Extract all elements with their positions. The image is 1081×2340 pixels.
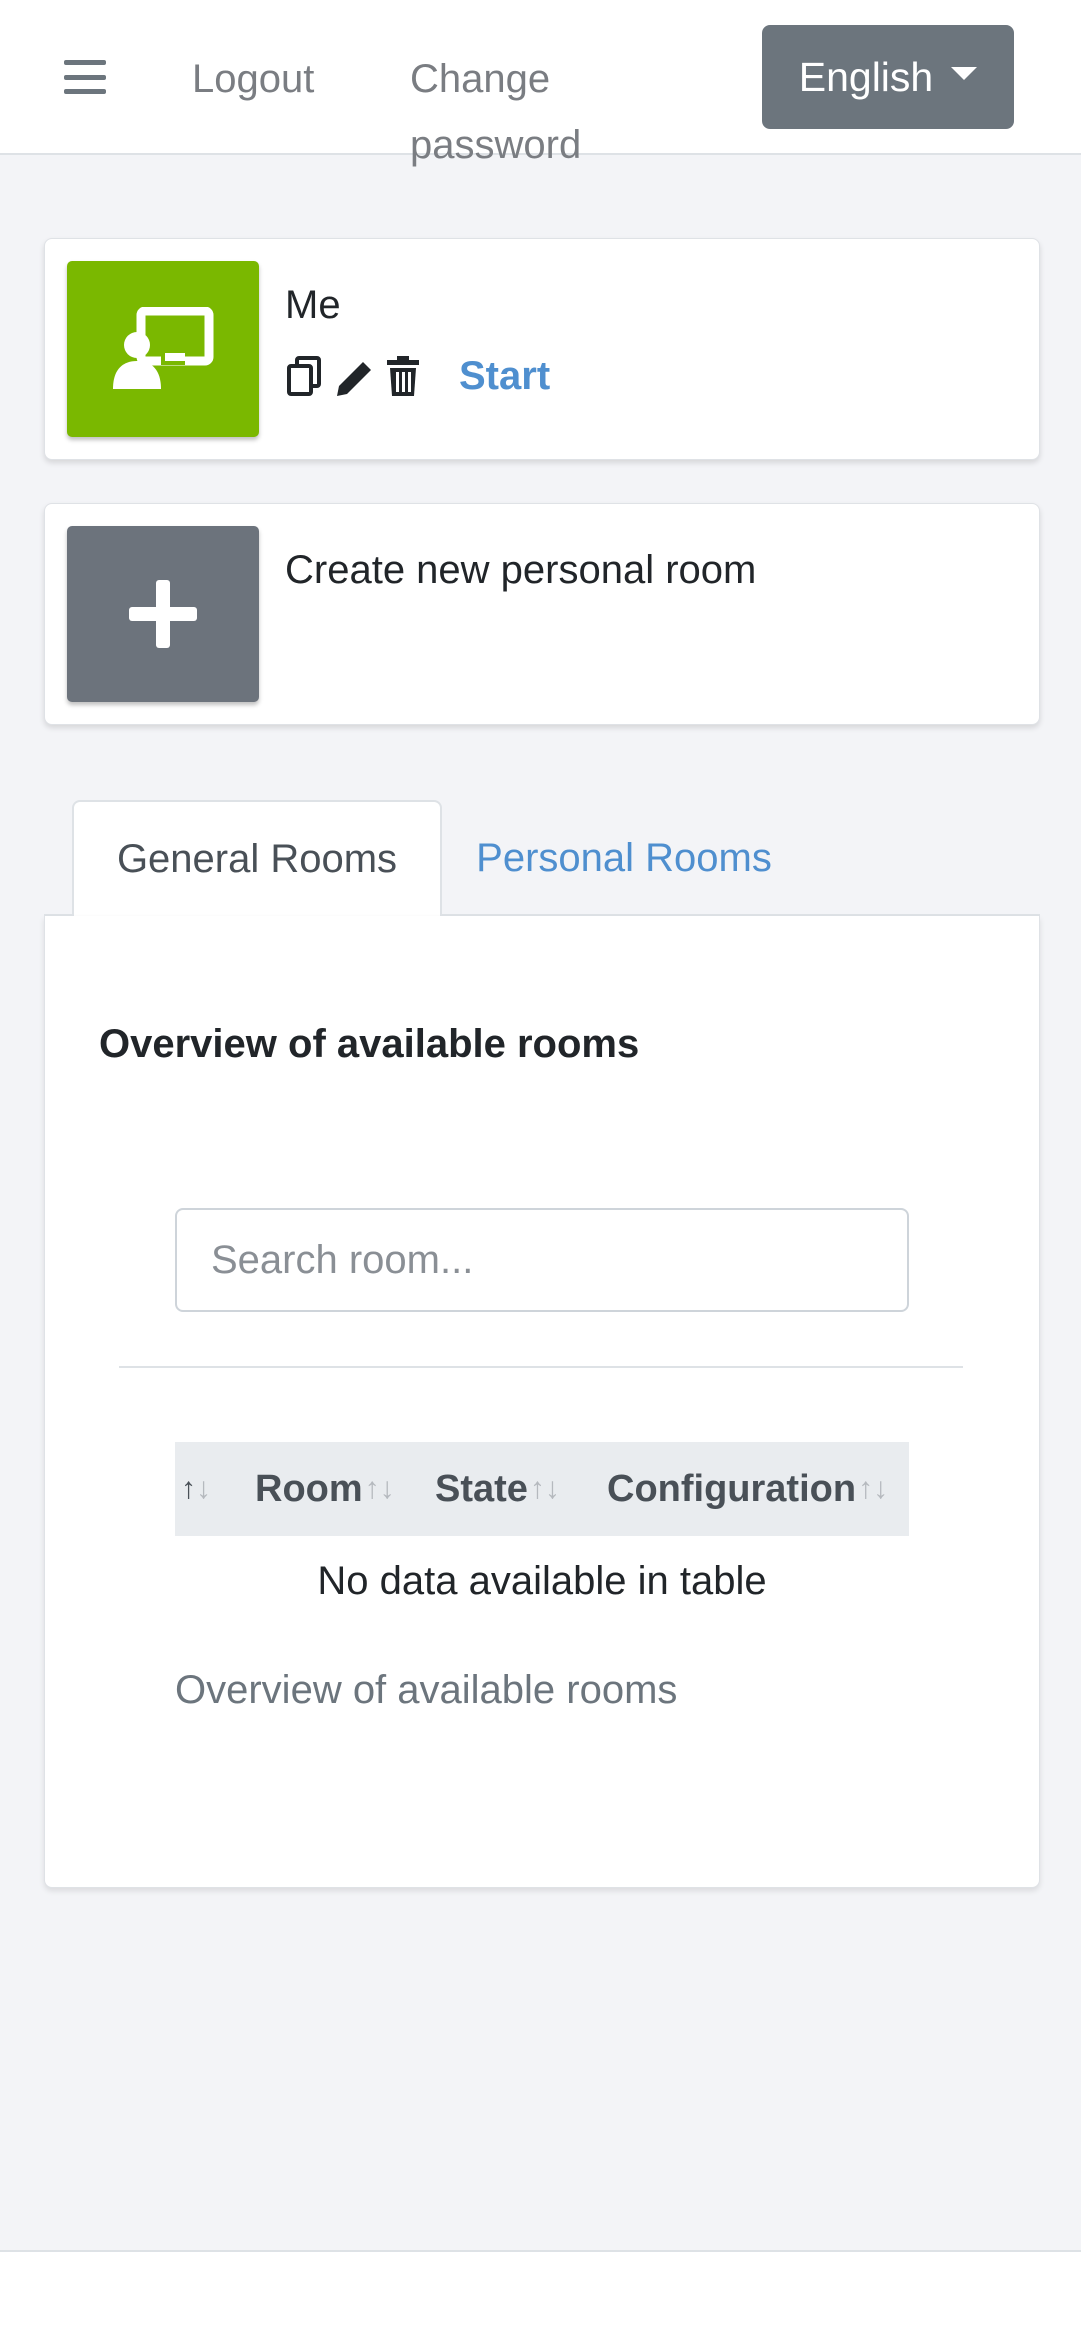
language-label: English	[798, 53, 934, 100]
general-rooms-panel: Overview of available rooms ↑↓ Room ↑↓ S…	[44, 916, 1040, 1888]
presentation-user-icon	[113, 307, 214, 389]
table-header: ↑↓ Room ↑↓ State ↑↓ Configuration ↑↓	[175, 1442, 909, 1536]
sort-asc-icon: ↑↓	[181, 1472, 211, 1505]
table-caption: Overview of available rooms	[175, 1668, 678, 1712]
tab-personal-rooms[interactable]: Personal Rooms	[464, 800, 784, 916]
sort-icon: ↑↓	[364, 1472, 395, 1505]
sort-icon: ↑↓	[858, 1472, 889, 1505]
tab-general-rooms[interactable]: General Rooms	[72, 800, 442, 918]
sort-icon: ↑↓	[529, 1472, 560, 1505]
column-label-state: State	[435, 1467, 528, 1510]
panel-title: Overview of available rooms	[99, 1022, 640, 1066]
create-room-tile[interactable]	[67, 526, 259, 702]
column-header-select[interactable]: ↑↓	[175, 1442, 245, 1536]
copy-icon[interactable]	[285, 354, 329, 398]
room-actions: Start	[285, 351, 550, 401]
language-dropdown[interactable]: English	[762, 25, 1014, 129]
search-room-input[interactable]	[175, 1208, 909, 1312]
plus-icon	[129, 580, 197, 648]
create-room-card[interactable]: Create new personal room	[44, 503, 1040, 725]
room-card: Me Start	[44, 238, 1040, 460]
create-room-label[interactable]: Create new personal room	[285, 548, 756, 593]
change-password-link[interactable]: Change password	[410, 46, 610, 178]
edit-pencil-icon[interactable]	[333, 354, 377, 398]
hamburger-menu-icon[interactable]	[64, 60, 106, 94]
logout-link[interactable]: Logout	[192, 46, 314, 112]
column-header-configuration[interactable]: Configuration ↑↓	[595, 1442, 909, 1536]
table-empty-message: No data available in table	[317, 1559, 767, 1603]
top-navbar: Logout Change password English	[0, 0, 1081, 167]
footer	[0, 2250, 1081, 2340]
start-room-link[interactable]: Start	[459, 354, 550, 399]
trash-icon[interactable]	[381, 354, 425, 398]
room-tile	[67, 261, 259, 437]
column-header-room[interactable]: Room ↑↓	[245, 1442, 425, 1536]
room-name: Me	[285, 283, 341, 327]
column-label-room: Room	[255, 1467, 363, 1510]
divider	[119, 1366, 963, 1368]
room-tabs: General Rooms Personal Rooms	[44, 800, 1040, 918]
caret-down-icon	[951, 66, 978, 80]
column-label-configuration: Configuration	[607, 1467, 857, 1510]
column-header-state[interactable]: State ↑↓	[425, 1442, 595, 1536]
